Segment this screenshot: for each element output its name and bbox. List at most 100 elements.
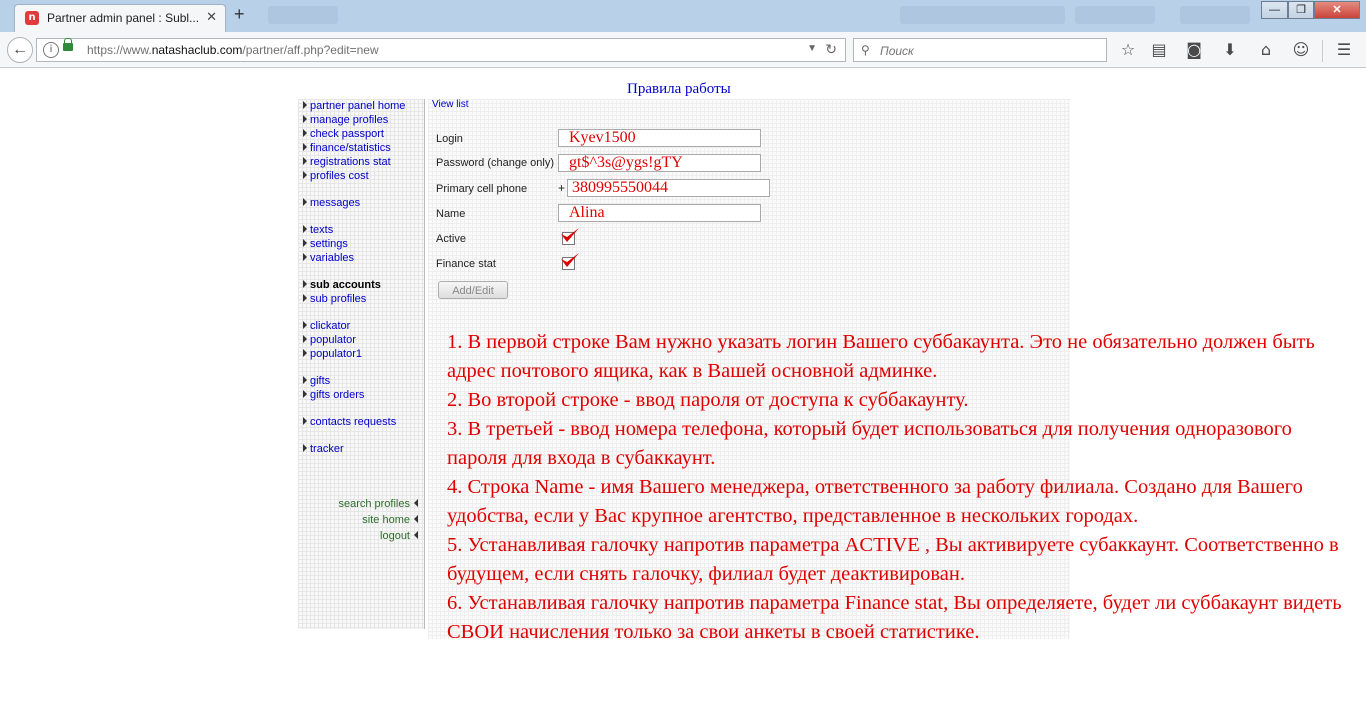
name-label: Name [436, 208, 466, 220]
triangle-right-icon [303, 321, 307, 329]
login-label: Login [436, 133, 463, 145]
triangle-right-icon [303, 129, 307, 137]
sidebar-link-search-profiles[interactable]: search profiles [338, 498, 418, 510]
back-arrow-icon[interactable]: ← [7, 37, 33, 63]
password-label: Password (change only) [436, 157, 555, 169]
triangle-right-icon [303, 157, 307, 165]
instruction-item: 6. Устанавливая галочку напротив парамет… [447, 592, 1342, 643]
blurred-tab-area [900, 6, 1065, 24]
triangle-right-icon [303, 253, 307, 261]
phone-prefix: + [558, 181, 566, 195]
phone-label: Primary cell phone [436, 183, 528, 195]
sidebar-item-contacts-requests[interactable]: contacts requests [303, 416, 396, 428]
name-input[interactable] [558, 204, 761, 222]
triangle-right-icon [303, 376, 307, 384]
checkmark-icon [561, 253, 579, 267]
sidebar-link-site-home[interactable]: site home [362, 514, 418, 526]
triangle-right-icon [303, 101, 307, 109]
tab-close-icon[interactable]: ✕ [206, 9, 217, 25]
sidebar-item-profiles-cost[interactable]: profiles cost [303, 170, 369, 182]
search-input[interactable] [878, 41, 1102, 61]
triangle-right-icon [303, 280, 307, 288]
phone-input[interactable] [567, 179, 770, 197]
sidebar-item-gifts-orders[interactable]: gifts orders [303, 389, 364, 401]
smiley-feedback-icon[interactable]: ☺ [1291, 40, 1311, 60]
sidebar-item-manage-profiles[interactable]: manage profiles [303, 114, 388, 126]
triangle-right-icon [303, 225, 307, 233]
sidebar-item-messages[interactable]: messages [303, 197, 360, 209]
site-favicon-icon: n [25, 11, 39, 25]
sidebar-item-populator[interactable]: populator [303, 334, 356, 346]
sidebar-item-registrations-stat[interactable]: registrations stat [303, 156, 391, 168]
instructions-text: 1. В первой строке Вам нужно указать лог… [447, 328, 1352, 647]
triangle-right-icon [303, 417, 307, 425]
blurred-tab-area [1180, 6, 1250, 24]
new-tab-plus-icon[interactable]: + [234, 4, 245, 25]
sidebar: partner panel home manage profiles check… [298, 99, 425, 629]
triangle-left-icon [414, 499, 418, 507]
sidebar-item-check-passport[interactable]: check passport [303, 128, 384, 140]
triangle-right-icon [303, 115, 307, 123]
bookmark-star-icon[interactable]: ☆ [1118, 40, 1138, 60]
download-arrow-icon[interactable]: ⬇ [1220, 40, 1240, 60]
sidebar-item-texts[interactable]: texts [303, 224, 333, 236]
lock-icon[interactable] [63, 38, 73, 51]
sidebar-item-gifts[interactable]: gifts [303, 375, 330, 387]
browser-titlebar: n Partner admin panel : Subl... ✕ + — ❐ … [0, 0, 1366, 32]
instruction-item: 3. В третьей - ввод номера телефона, кот… [447, 418, 1292, 469]
sidebar-item-tracker[interactable]: tracker [303, 443, 344, 455]
search-icon: ⚲ [861, 43, 870, 57]
triangle-right-icon [303, 390, 307, 398]
view-list-link[interactable]: View list [432, 99, 469, 110]
minimize-window-icon[interactable]: — [1261, 1, 1288, 19]
triangle-left-icon [414, 515, 418, 523]
url-bar[interactable]: i https://www.natashaclub.com/partner/af… [36, 38, 846, 62]
active-label: Active [436, 233, 466, 245]
reload-icon[interactable]: ↻ [825, 41, 837, 58]
triangle-right-icon [303, 349, 307, 357]
sidebar-item-clickator[interactable]: clickator [303, 320, 350, 332]
sidebar-link-logout[interactable]: logout [380, 530, 418, 542]
hamburger-menu-icon[interactable]: ☰ [1334, 40, 1354, 60]
triangle-right-icon [303, 143, 307, 151]
sidebar-item-sub-profiles[interactable]: sub profiles [303, 293, 366, 305]
maximize-window-icon[interactable]: ❐ [1288, 1, 1314, 19]
triangle-right-icon [303, 171, 307, 179]
browser-tab[interactable]: n Partner admin panel : Subl... ✕ [14, 4, 226, 32]
add-edit-button[interactable]: Add/Edit [438, 281, 508, 299]
triangle-right-icon [303, 239, 307, 247]
instruction-item: 4. Строка Name - имя Вашего менеджера, о… [447, 476, 1303, 527]
triangle-right-icon [303, 444, 307, 452]
triangle-right-icon [303, 335, 307, 343]
sidebar-item-variables[interactable]: variables [303, 252, 354, 264]
url-text[interactable]: https://www.natashaclub.com/partner/aff.… [87, 43, 379, 57]
finance-label: Finance stat [436, 258, 496, 270]
password-input[interactable] [558, 154, 761, 172]
reading-list-icon[interactable]: ▤ [1149, 40, 1169, 60]
browser-navbar: ← i https://www.natashaclub.com/partner/… [0, 32, 1366, 68]
tab-title: Partner admin panel : Subl... [47, 11, 200, 25]
checkmark-icon [561, 228, 579, 242]
finance-checkbox[interactable] [561, 253, 579, 270]
info-icon[interactable]: i [43, 42, 59, 58]
instruction-item: 5. Устанавливая галочку напротив парамет… [447, 534, 1339, 585]
rules-link[interactable]: Правила работы [627, 81, 731, 98]
triangle-right-icon [303, 294, 307, 302]
toolbar-separator [1322, 40, 1323, 62]
active-checkbox[interactable] [561, 228, 579, 245]
sidebar-item-sub-accounts[interactable]: sub accounts [303, 279, 381, 291]
pocket-icon[interactable]: ◙ [1184, 40, 1204, 60]
close-window-icon[interactable]: ✕ [1314, 1, 1360, 19]
sidebar-item-populator1[interactable]: populator1 [303, 348, 362, 360]
url-dropdown-icon[interactable]: ▼ [807, 43, 817, 54]
home-icon[interactable]: ⌂ [1256, 40, 1276, 60]
instruction-item: 2. Во второй строке - ввод пароля от дос… [447, 389, 969, 411]
triangle-left-icon [414, 531, 418, 539]
sidebar-item-partner-panel-home[interactable]: partner panel home [303, 100, 405, 112]
triangle-right-icon [303, 198, 307, 206]
blurred-tab-area [1075, 6, 1155, 24]
sidebar-item-settings[interactable]: settings [303, 238, 348, 250]
login-input[interactable] [558, 129, 761, 147]
sidebar-item-finance-statistics[interactable]: finance/statistics [303, 142, 391, 154]
search-bar[interactable]: ⚲ [853, 38, 1107, 62]
